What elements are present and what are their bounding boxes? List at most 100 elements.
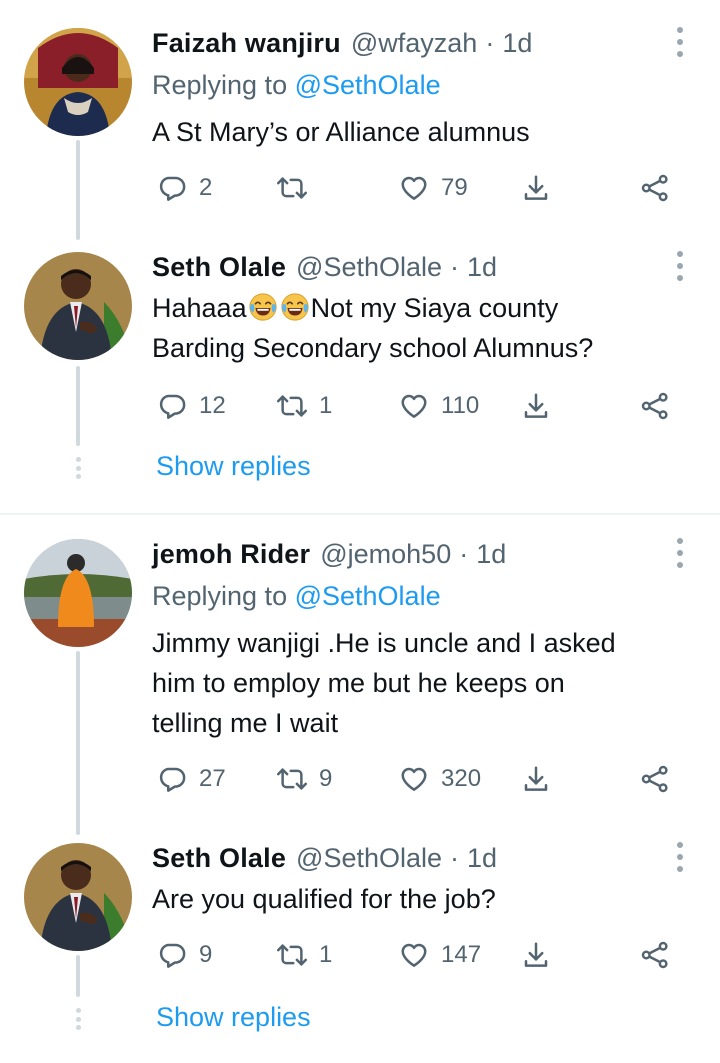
timestamp[interactable]: 1d (467, 252, 497, 283)
mention-link[interactable]: @SethOlale (295, 70, 441, 100)
share-button[interactable] (640, 935, 670, 975)
separator: · (450, 252, 460, 282)
reply-count: 9 (199, 941, 213, 968)
download-button[interactable] (521, 386, 551, 426)
reply-button[interactable]: 2 (157, 168, 212, 208)
text-segment: Hahaaa (152, 293, 247, 323)
laughing-tears-emoji-icon (248, 292, 278, 322)
tweet-header: jemoh Rider @jemoh50 · 1d (152, 539, 506, 573)
tweet-actions: 12 1 110 (0, 386, 720, 426)
reply-count: 27 (199, 765, 226, 792)
tweet-card[interactable]: jemoh Rider @jemoh50 · 1d Replying to @S… (0, 538, 720, 809)
user-handle[interactable]: @SethOlale (296, 252, 442, 283)
replying-to: Replying to @SethOlale (152, 70, 441, 101)
more-options-icon[interactable] (665, 24, 695, 60)
timestamp[interactable]: 1d (476, 539, 506, 570)
show-replies-link[interactable]: Show replies (156, 1002, 311, 1033)
thread-line (76, 651, 80, 835)
retweet-icon (277, 940, 307, 970)
user-handle[interactable]: @wfayzah (351, 28, 477, 59)
tweet-actions: 27 9 320 (0, 759, 720, 799)
display-name[interactable]: Seth Olale (152, 252, 286, 283)
heart-icon (399, 940, 429, 970)
tweet-text-line: telling me I wait (152, 708, 339, 738)
show-replies-link[interactable]: Show replies (156, 451, 311, 482)
heart-icon (399, 173, 429, 203)
retweet-count: 9 (319, 765, 333, 792)
reply-icon (157, 764, 187, 794)
display-name[interactable]: jemoh Rider (152, 539, 310, 570)
like-count: 320 (441, 765, 482, 792)
share-button[interactable] (640, 168, 670, 208)
download-icon (521, 173, 551, 203)
tweet-header: Faizah wanjiru @wfayzah · 1d (152, 28, 532, 62)
tweet-text-line: Are you qualified for the job? (152, 884, 496, 914)
more-replies-indicator (75, 1008, 81, 1030)
download-button[interactable] (521, 935, 551, 975)
share-icon (640, 764, 670, 794)
thread-1: Faizah wanjiru @wfayzah · 1d Replying to… (0, 0, 720, 512)
retweet-count: 1 (319, 941, 333, 968)
retweet-icon (277, 173, 307, 203)
replying-prefix: Replying to (152, 581, 288, 611)
user-handle[interactable]: @SethOlale (296, 843, 442, 874)
separator: · (459, 539, 469, 569)
share-icon (640, 173, 670, 203)
heart-icon (399, 764, 429, 794)
download-button[interactable] (521, 759, 551, 799)
tweet-text: Hahaaa Not my Siaya county Barding Second… (152, 288, 692, 368)
reply-button[interactable]: 12 (157, 386, 226, 426)
tweet-header: Seth Olale @SethOlale · 1d (152, 252, 497, 286)
download-icon (521, 391, 551, 421)
separator: · (485, 28, 495, 58)
reply-icon (157, 940, 187, 970)
timestamp[interactable]: 1d (467, 843, 497, 874)
reply-button[interactable]: 9 (157, 935, 212, 975)
display-name[interactable]: Faizah wanjiru (152, 28, 341, 59)
thread-line (76, 366, 80, 446)
download-button[interactable] (521, 168, 551, 208)
avatar[interactable] (24, 252, 132, 360)
heart-icon (399, 391, 429, 421)
more-options-icon[interactable] (665, 248, 695, 284)
reply-button[interactable]: 27 (157, 759, 226, 799)
tweet-actions: 2 79 (0, 168, 720, 208)
tweet-text-line: him to employ me but he keeps on (152, 668, 565, 698)
retweet-button[interactable] (277, 168, 319, 208)
download-icon (521, 764, 551, 794)
user-handle[interactable]: @jemoh50 (320, 539, 451, 570)
tweet-actions: 9 1 147 (0, 935, 720, 975)
like-button[interactable]: 147 (399, 935, 481, 975)
mention-link[interactable]: @SethOlale (295, 581, 441, 611)
tweet-text: A St Mary’s or Alliance alumnus (152, 112, 692, 152)
avatar[interactable] (24, 28, 132, 136)
like-button[interactable]: 320 (399, 759, 481, 799)
display-name[interactable]: Seth Olale (152, 843, 286, 874)
like-count: 110 (441, 392, 480, 419)
reply-icon (157, 391, 187, 421)
share-icon (640, 391, 670, 421)
tweet-card[interactable]: Seth Olale @SethOlale · 1d Hahaaa Not my … (0, 251, 720, 432)
more-options-icon[interactable] (665, 839, 695, 875)
tweet-card[interactable]: Faizah wanjiru @wfayzah · 1d Replying to… (0, 27, 720, 228)
like-count: 79 (441, 174, 468, 201)
retweet-button[interactable]: 1 (277, 386, 332, 426)
share-button[interactable] (640, 759, 670, 799)
like-button[interactable]: 79 (399, 168, 468, 208)
share-button[interactable] (640, 386, 670, 426)
retweet-button[interactable]: 9 (277, 759, 332, 799)
more-options-icon[interactable] (665, 535, 695, 571)
avatar[interactable] (24, 539, 132, 647)
thread-line (76, 955, 80, 997)
like-button[interactable]: 110 (399, 386, 479, 426)
laughing-tears-emoji-icon (280, 292, 310, 322)
thread-2: jemoh Rider @jemoh50 · 1d Replying to @S… (0, 515, 720, 1063)
retweet-button[interactable]: 1 (277, 935, 332, 975)
text-segment: Not my Siaya county (310, 293, 559, 323)
tweet-text-line: A St Mary’s or Alliance alumnus (152, 117, 530, 147)
tweet-card[interactable]: Seth Olale @SethOlale · 1d Are you quali… (0, 842, 720, 983)
reply-count: 2 (199, 174, 213, 201)
more-replies-indicator (75, 457, 81, 479)
retweet-icon (277, 391, 307, 421)
timestamp[interactable]: 1d (502, 28, 532, 59)
